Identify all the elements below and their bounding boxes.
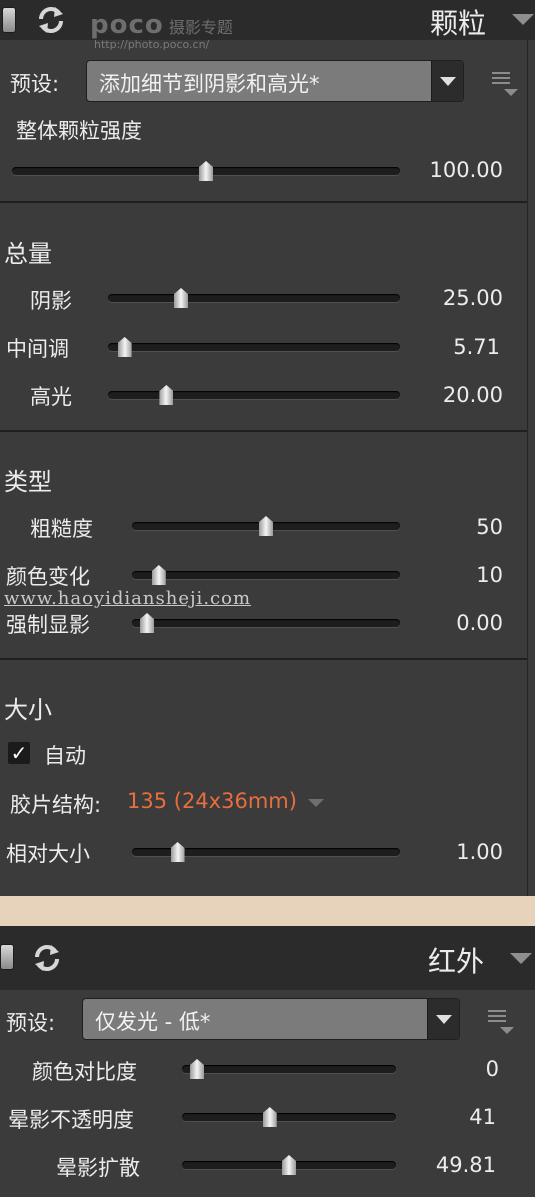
watermark-url: http://photo.poco.cn/ (94, 38, 210, 51)
relative-size-value[interactable]: 1.00 (413, 840, 503, 864)
slider-thumb[interactable] (282, 1155, 296, 1175)
color-variation-slider[interactable] (132, 565, 400, 585)
preset-dropdown[interactable]: 添加细节到阴影和高光* (86, 60, 464, 102)
highlights-slider[interactable] (108, 385, 400, 405)
watermark-brand: poco (90, 10, 164, 40)
film-structure-value[interactable]: 135 (24x36mm) (127, 789, 297, 813)
color-variation-label: 颜色变化 (6, 565, 90, 589)
color-variation-value[interactable]: 10 (413, 563, 503, 587)
midtones-label: 中间调 (6, 337, 69, 361)
overall-strength-slider[interactable] (12, 161, 400, 181)
shadows-slider[interactable] (108, 288, 400, 308)
shadows-label: 阴影 (30, 289, 72, 313)
color-contrast-label: 颜色对比度 (32, 1060, 137, 1084)
halo-spread-value[interactable]: 49.81 (406, 1153, 496, 1177)
reset-icon[interactable] (33, 2, 69, 38)
ir-preset-value: 仅发光 - 低* (95, 1010, 211, 1034)
panel-edge (527, 40, 528, 896)
preset-menu-icon[interactable] (492, 72, 518, 98)
slider-thumb[interactable] (199, 161, 213, 181)
slider-thumb[interactable] (140, 613, 154, 633)
chevron-down-icon[interactable] (431, 61, 463, 101)
film-structure-label: 胶片结构: (10, 793, 102, 817)
roughness-slider[interactable] (132, 516, 400, 536)
slider-thumb[interactable] (174, 288, 188, 308)
infrared-panel-title: 红外 (428, 945, 485, 978)
push-processing-label: 强制显影 (6, 613, 90, 637)
push-processing-slider[interactable] (132, 613, 400, 633)
slider-thumb[interactable] (170, 842, 185, 862)
preset-value: 添加细节到阴影和高光* (99, 72, 320, 96)
overall-strength-label: 整体颗粒强度 (16, 119, 142, 143)
slider-thumb[interactable] (151, 565, 166, 585)
poco-watermark: poco 摄影专题 http://photo.poco.cn/ (90, 10, 233, 51)
grain-panel-header: poco 摄影专题 http://photo.poco.cn/ 颗粒 (0, 0, 535, 51)
slider-thumb[interactable] (262, 1107, 277, 1127)
halo-spread-slider[interactable] (182, 1155, 396, 1175)
preset-label: 预设: (10, 72, 60, 96)
highlights-value[interactable]: 20.00 (413, 383, 503, 407)
film-dropdown-caret-icon[interactable] (308, 799, 324, 807)
halo-opacity-label: 晕影不透明度 (8, 1108, 134, 1132)
slider-thumb[interactable] (259, 516, 273, 536)
type-section-title: 类型 (4, 468, 52, 496)
auto-label: 自动 (44, 744, 86, 768)
color-contrast-slider[interactable] (182, 1059, 396, 1079)
roughness-value[interactable]: 50 (413, 515, 503, 539)
ir-preset-dropdown[interactable]: 仅发光 - 低* (82, 998, 460, 1040)
highlights-label: 高光 (30, 385, 72, 409)
divider (0, 201, 527, 203)
midtones-slider[interactable] (108, 337, 400, 357)
halo-spread-label: 晕影扩散 (56, 1156, 140, 1180)
relative-size-slider[interactable] (132, 842, 400, 862)
slider-thumb[interactable] (159, 385, 174, 405)
panel-toggle-icon[interactable] (2, 7, 16, 33)
relative-size-label: 相对大小 (6, 842, 90, 866)
site-watermark: www.haoyidiansheji.com (4, 588, 252, 609)
panel-separator (0, 896, 535, 926)
divider (0, 658, 527, 660)
roughness-label: 粗糙度 (30, 517, 93, 541)
collapse-caret-icon[interactable] (512, 14, 534, 25)
shadows-value[interactable]: 25.00 (413, 286, 503, 310)
divider (0, 430, 527, 432)
halo-opacity-slider[interactable] (182, 1107, 396, 1127)
overall-strength-value[interactable]: 100.00 (413, 158, 503, 182)
push-processing-value[interactable]: 0.00 (413, 611, 503, 635)
slider-thumb[interactable] (117, 337, 132, 357)
slider-thumb[interactable] (190, 1059, 204, 1079)
amount-section-title: 总量 (4, 240, 52, 268)
halo-opacity-value[interactable]: 41 (406, 1105, 496, 1129)
panel-toggle-icon[interactable] (0, 944, 14, 970)
collapse-caret-icon[interactable] (510, 953, 532, 964)
infrared-panel-header: 红外 (0, 926, 535, 990)
grain-panel-title: 颗粒 (430, 7, 487, 40)
midtones-value[interactable]: 5.71 (410, 335, 500, 359)
watermark-brand-cn: 摄影专题 (168, 18, 233, 37)
auto-checkbox[interactable]: ✓ (8, 742, 30, 764)
chevron-down-icon[interactable] (427, 999, 459, 1039)
preset-menu-icon[interactable] (488, 1010, 514, 1036)
reset-icon[interactable] (29, 940, 65, 976)
ir-preset-label: 预设: (6, 1011, 56, 1035)
color-contrast-value[interactable]: 0 (409, 1057, 499, 1081)
size-section-title: 大小 (4, 696, 52, 724)
